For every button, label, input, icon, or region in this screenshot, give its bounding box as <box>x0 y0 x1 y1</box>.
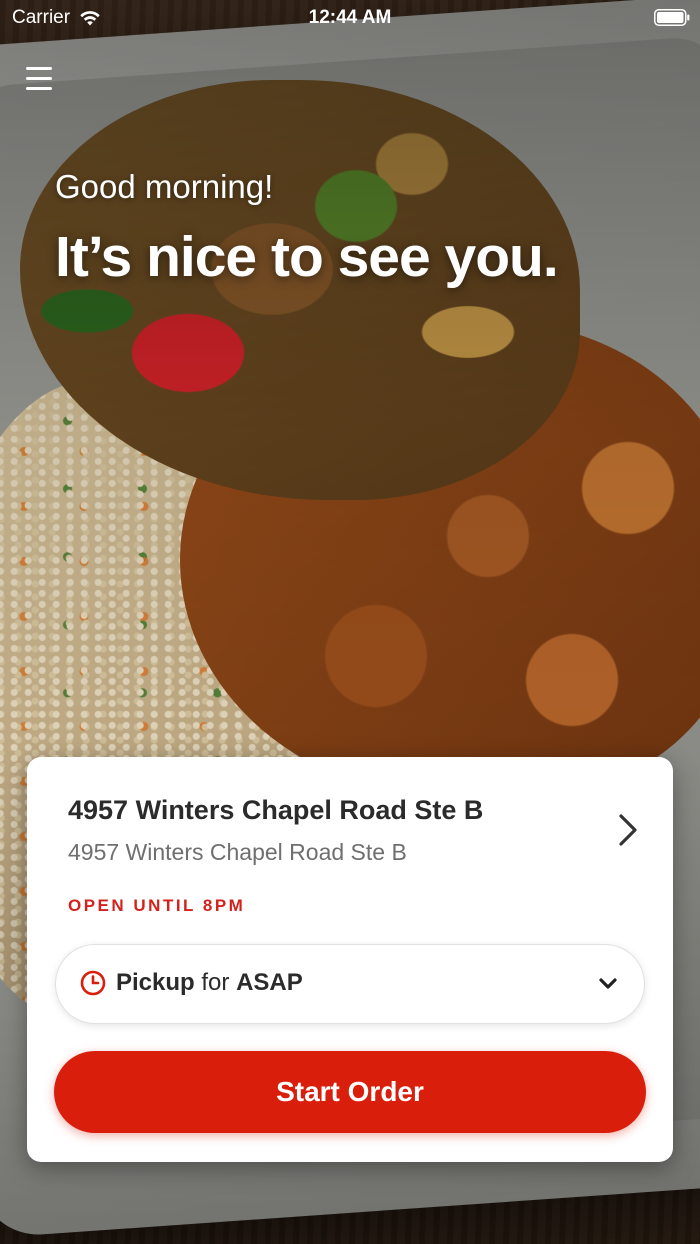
chevron-right-icon[interactable] <box>617 813 639 847</box>
status-bar: Carrier 12:44 AM <box>0 0 700 36</box>
order-mode-connector: for <box>201 969 230 996</box>
headline-text: It’s nice to see you. <box>55 225 559 289</box>
hamburger-menu-icon[interactable] <box>24 64 58 94</box>
order-mode-value: Pickup <box>116 969 195 996</box>
chevron-down-icon <box>599 978 617 989</box>
hours-status: OPEN UNTIL 8PM <box>68 896 246 915</box>
clock-icon <box>80 970 106 996</box>
battery-icon <box>654 9 690 26</box>
greeting-text: Good morning! <box>55 168 274 205</box>
status-time: 12:44 AM <box>308 7 392 28</box>
order-mode-select[interactable]: Pickup for ASAP <box>55 944 645 1024</box>
order-time-value: ASAP <box>236 969 303 996</box>
order-mode-label: Pickup for ASAP <box>116 969 303 997</box>
location-card: 4957 Winters Chapel Road Ste B 4957 Wint… <box>27 757 673 1162</box>
location-name[interactable]: 4957 Winters Chapel Road Ste B <box>68 795 483 826</box>
location-address: 4957 Winters Chapel Road Ste B <box>68 839 407 865</box>
start-order-button[interactable]: Start Order <box>54 1051 646 1133</box>
